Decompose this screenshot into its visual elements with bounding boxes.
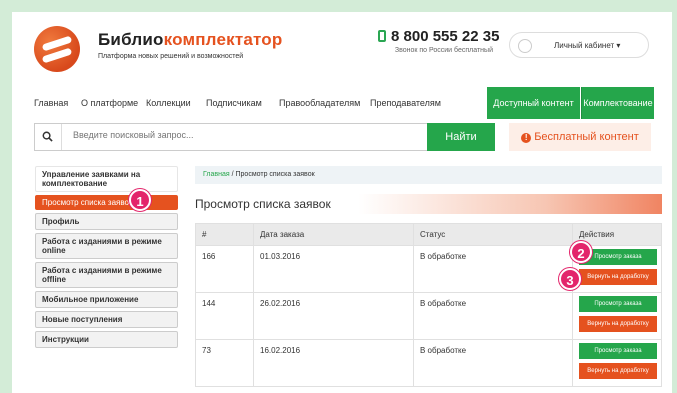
return-for-revision-button[interactable]: Вернуть на доработку: [579, 316, 657, 332]
account-label: Личный кабинет ▾: [554, 41, 621, 50]
page-title: Просмотр списка заявок: [195, 194, 662, 214]
sidebar-item-mobile-app[interactable]: Мобильное приложение: [35, 291, 178, 308]
nav-item-rightholders[interactable]: Правообладателям: [279, 87, 360, 119]
user-avatar-icon: [518, 39, 532, 53]
table-header-row: # Дата заказа Статус Действия: [195, 223, 662, 246]
sidebar: Управление заявками на комплектование Пр…: [35, 166, 178, 351]
annotation-badge-3: 3: [559, 268, 581, 290]
column-header-id: #: [195, 223, 254, 246]
free-content-button[interactable]: ! Бесплатный контент: [509, 123, 651, 151]
search-icon[interactable]: [42, 131, 53, 142]
nav-item-available-content[interactable]: Доступный контент: [487, 87, 580, 119]
nav-item-acquisition[interactable]: Комплектование: [581, 87, 654, 119]
table-row: 73 16.02.2016 В обработке Просмотр заказ…: [195, 339, 662, 387]
search-button[interactable]: Найти: [427, 123, 495, 151]
cell-status: В обработке: [413, 339, 573, 387]
cell-actions: Просмотр заказа Вернуть на доработку: [572, 292, 662, 340]
cell-date: 16.02.2016: [253, 339, 414, 387]
phone-number: 8 800 555 22 35: [378, 28, 499, 45]
annotation-badge-2: 2: [570, 241, 592, 263]
nav-item-teachers[interactable]: Преподавателям: [370, 87, 441, 119]
main-nav: Главная О платформе Коллекции Подписчика…: [34, 87, 654, 119]
nav-item-subscribers[interactable]: Подписчикам: [206, 87, 262, 119]
cell-status: В обработке: [413, 245, 573, 293]
cell-id: 144: [195, 292, 254, 340]
cell-status: В обработке: [413, 292, 573, 340]
return-for-revision-button[interactable]: Вернуть на доработку: [579, 269, 657, 285]
return-for-revision-button[interactable]: Вернуть на доработку: [579, 363, 657, 379]
account-button[interactable]: Личный кабинет ▾: [509, 32, 649, 58]
search-bar: [34, 123, 494, 151]
cell-actions: Просмотр заказа Вернуть на доработку: [572, 339, 662, 387]
sidebar-item-view-requests[interactable]: Просмотр списка заявок: [35, 195, 178, 210]
nav-item-home[interactable]: Главная: [34, 87, 68, 119]
sidebar-item-instructions[interactable]: Инструкции: [35, 331, 178, 348]
phone-text: 8 800 555 22 35: [391, 28, 500, 45]
view-order-button[interactable]: Просмотр заказа: [579, 343, 657, 359]
sidebar-item-requests[interactable]: Управление заявками на комплектование: [35, 166, 178, 192]
cell-id: 166: [195, 245, 254, 293]
search-separator: [61, 124, 62, 150]
breadcrumb: Главная / Просмотр списка заявок: [195, 166, 662, 184]
sidebar-item-online[interactable]: Работа с изданиями в режиме online: [35, 233, 178, 259]
requests-table: # Дата заказа Статус Действия 166 01.03.…: [195, 223, 662, 387]
sidebar-item-offline[interactable]: Работа с изданиями в режиме offline: [35, 262, 178, 288]
breadcrumb-home-link[interactable]: Главная: [203, 171, 230, 178]
cell-id: 73: [195, 339, 254, 387]
phone-note: Звонок по России бесплатный: [394, 47, 493, 54]
view-order-button[interactable]: Просмотр заказа: [579, 296, 657, 312]
search-input[interactable]: [73, 130, 423, 140]
column-header-date: Дата заказа: [253, 223, 414, 246]
page: Библиокомплектатор Платформа новых решен…: [12, 12, 672, 393]
brand-tagline: Платформа новых решений и возможностей: [98, 53, 244, 60]
sidebar-item-new-arrivals[interactable]: Новые поступления: [35, 311, 178, 328]
alert-icon: !: [521, 133, 532, 143]
table-row: 144 26.02.2016 В обработке Просмотр зака…: [195, 292, 662, 340]
nav-item-about[interactable]: О платформе: [81, 87, 138, 119]
phone-icon: [378, 30, 386, 42]
breadcrumb-current: Просмотр списка заявок: [235, 171, 315, 178]
cell-date: 01.03.2016: [253, 245, 414, 293]
nav-item-collections[interactable]: Коллекции: [146, 87, 191, 119]
cell-date: 26.02.2016: [253, 292, 414, 340]
column-header-status: Статус: [413, 223, 573, 246]
free-content-label: Бесплатный контент: [534, 131, 639, 143]
sidebar-item-profile[interactable]: Профиль: [35, 213, 178, 230]
annotation-badge-1: 1: [129, 189, 151, 211]
